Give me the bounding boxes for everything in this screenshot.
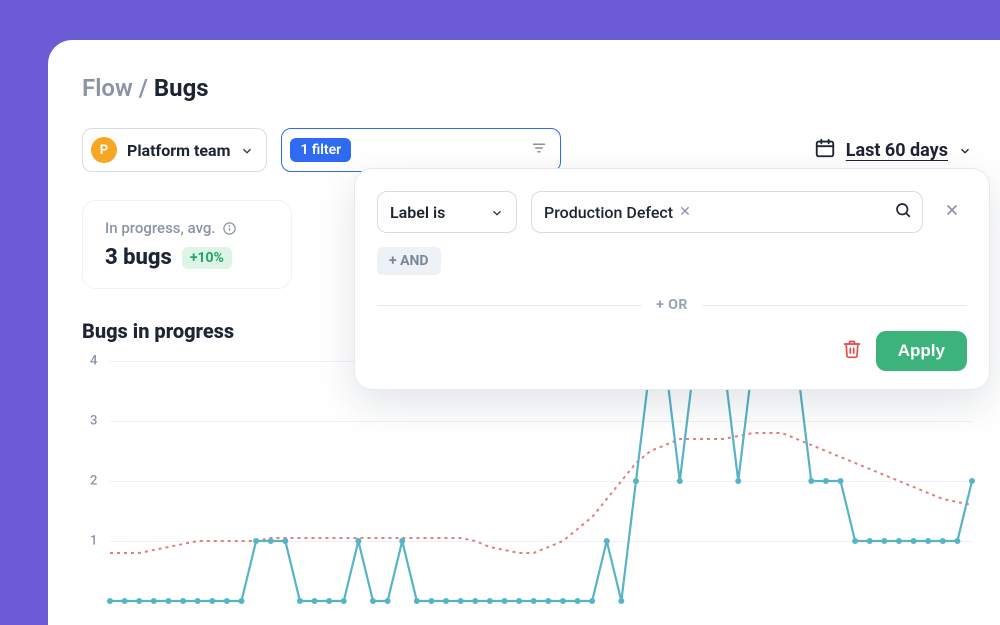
kpi-title: In progress, avg. bbox=[105, 219, 269, 237]
apply-button[interactable]: Apply bbox=[876, 331, 967, 371]
main-card: Flow / Bugs P Platform team 1 filter Las… bbox=[48, 40, 1000, 625]
kpi-delta: +10% bbox=[182, 247, 232, 269]
search-icon[interactable] bbox=[894, 201, 912, 223]
breadcrumb-sep: / bbox=[139, 74, 148, 102]
chevron-down-icon bbox=[490, 205, 504, 219]
y-axis-tick: 1 bbox=[90, 534, 97, 549]
calendar-icon bbox=[814, 137, 836, 163]
filter-dropdown[interactable]: 1 filter bbox=[281, 128, 561, 172]
remove-tag-icon[interactable]: ✕ bbox=[679, 204, 691, 220]
filter-tag: Production Defect ✕ bbox=[544, 203, 691, 222]
popover-footer: Apply bbox=[377, 331, 967, 371]
filter-tag-label: Production Defect bbox=[544, 203, 673, 222]
filter-field-select[interactable]: Label is bbox=[377, 191, 517, 233]
chart-plot bbox=[110, 361, 972, 601]
team-avatar: P bbox=[91, 137, 117, 163]
y-axis-tick: 2 bbox=[90, 474, 97, 489]
breadcrumb: Flow / Bugs bbox=[82, 74, 972, 102]
kpi-value-row: 3 bugs +10% bbox=[105, 245, 269, 270]
breadcrumb-current: Bugs bbox=[154, 74, 209, 102]
y-axis-tick: 3 bbox=[90, 414, 97, 429]
or-divider: + OR bbox=[377, 297, 967, 313]
team-dropdown[interactable]: P Platform team bbox=[82, 128, 267, 172]
team-name: Platform team bbox=[127, 141, 230, 160]
filter-chip: 1 filter bbox=[290, 138, 351, 162]
kpi-card-in-progress: In progress, avg. 3 bugs +10% bbox=[82, 200, 292, 289]
trash-icon[interactable] bbox=[842, 339, 862, 363]
filter-field-label: Label is bbox=[390, 203, 445, 222]
controls-row: P Platform team 1 filter Last 60 days bbox=[82, 128, 972, 172]
date-range-picker[interactable]: Last 60 days bbox=[814, 137, 972, 163]
info-icon[interactable] bbox=[222, 221, 237, 236]
chevron-down-icon bbox=[958, 143, 972, 157]
filter-icon bbox=[530, 139, 548, 161]
chevron-down-icon bbox=[240, 143, 254, 157]
add-or-condition-button[interactable]: + OR bbox=[656, 297, 688, 313]
add-and-condition-button[interactable]: + AND bbox=[377, 247, 441, 275]
chart-frame: 1234 bbox=[82, 361, 972, 601]
breadcrumb-parent[interactable]: Flow bbox=[82, 74, 133, 102]
kpi-title-text: In progress, avg. bbox=[105, 219, 216, 237]
filter-value-input[interactable]: Production Defect ✕ bbox=[531, 191, 923, 233]
y-axis-tick: 4 bbox=[90, 354, 97, 369]
filter-condition-row: Label is Production Defect ✕ bbox=[377, 191, 967, 233]
close-icon[interactable] bbox=[937, 194, 967, 230]
kpi-value: 3 bugs bbox=[105, 245, 172, 270]
date-range-label: Last 60 days bbox=[846, 140, 948, 161]
filter-popover: Label is Production Defect ✕ bbox=[354, 168, 990, 390]
